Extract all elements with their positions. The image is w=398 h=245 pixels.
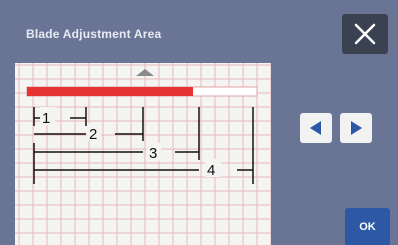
marker-3-label: 3 <box>149 145 157 162</box>
right-arrow-icon <box>351 121 362 135</box>
marker-4-label: 4 <box>207 162 215 179</box>
adjustment-area-canvas: 1 2 3 4 <box>15 63 271 245</box>
window-title: Blade Adjustment Area <box>26 27 162 41</box>
next-button[interactable] <box>340 113 372 143</box>
close-button[interactable] <box>342 14 388 54</box>
up-arrow-icon[interactable] <box>136 69 154 76</box>
ok-button[interactable]: OK <box>345 208 390 245</box>
progress-bar-fill <box>27 87 193 96</box>
previous-button[interactable] <box>300 113 332 143</box>
left-arrow-icon <box>310 121 321 135</box>
blade-adjustment-panel[interactable]: 1 2 3 4 <box>15 63 271 245</box>
marker-1-label: 1 <box>42 110 50 127</box>
marker-2-label: 2 <box>89 126 97 143</box>
close-icon <box>354 23 376 45</box>
